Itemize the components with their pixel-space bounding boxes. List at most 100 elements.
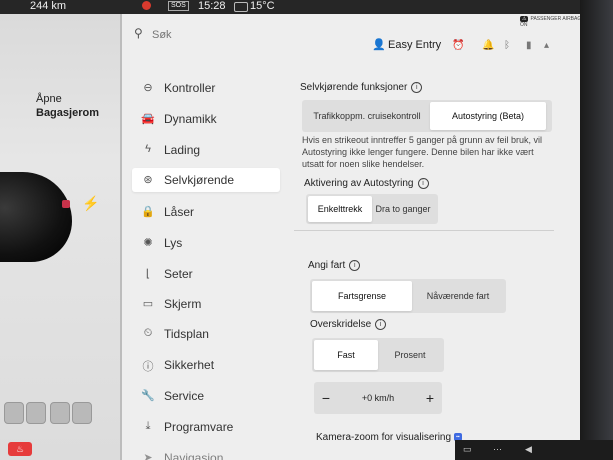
- seat-icon: [72, 402, 92, 424]
- range-readout: 244 km: [30, 0, 67, 12]
- sos-badge[interactable]: SOS: [168, 1, 189, 11]
- lte-icon: ▴: [544, 40, 550, 51]
- clock: 15:28: [198, 0, 226, 12]
- alarm-clock-icon[interactable]: ⏰: [452, 40, 464, 51]
- seat-heater-button[interactable]: ♨: [8, 442, 32, 456]
- search-input[interactable]: [150, 26, 274, 44]
- search-icon[interactable]: ⚲: [134, 26, 143, 40]
- sidebar-item-label: Sikkerhet: [164, 358, 215, 372]
- info-circle-icon: ⓘ: [142, 361, 154, 373]
- wrench-icon: 🔧: [141, 390, 155, 402]
- sidebar-item-tidsplan[interactable]: ⏲ Tidsplan: [132, 322, 280, 346]
- speed-title: Angi fart i: [308, 260, 361, 272]
- option-autosteer[interactable]: Autostyring (Beta): [430, 102, 546, 130]
- camera-zoom-title: Kamera-zoom for visualisering ▪▪: [316, 432, 462, 443]
- features-selector: Trafikkoppm. cruisekontroll Autostyring …: [302, 100, 552, 132]
- bluetooth-icon[interactable]: ᛒ: [504, 40, 510, 51]
- sidebar-item-label: Låser: [164, 205, 195, 219]
- camera-zoom-title-text: Kamera-zoom for visualisering: [316, 432, 452, 443]
- sidebar-item-service[interactable]: 🔧 Service: [132, 384, 280, 408]
- camera-icon[interactable]: [234, 2, 248, 12]
- activation-selector: Enkelttrekk Dra to ganger: [306, 194, 438, 224]
- navigation-icon: ➤: [143, 452, 153, 460]
- option-double-pull[interactable]: Dra to ganger: [372, 196, 434, 222]
- sidebar-item-kontroller[interactable]: ⊖ Kontroller: [132, 76, 280, 100]
- tail-light: [62, 200, 70, 208]
- top-bar: ⚲ 👤 Easy Entry ⏰ 🔔 ᛒ ▮ ▴ ⚠PASSENGER AIRB…: [122, 14, 582, 56]
- sidebar-item-programvare[interactable]: ⤓ Programvare: [132, 415, 280, 439]
- seat-icon: ⌊: [145, 268, 151, 280]
- alarm-icon: ⏲: [143, 327, 153, 339]
- activation-title-text: Aktivering av Autostyring: [304, 178, 414, 190]
- sidebar-item-lys[interactable]: ✺ Lys: [132, 231, 280, 255]
- info-icon[interactable]: i: [417, 178, 429, 189]
- option-current-speed[interactable]: Nåværende fart: [412, 281, 504, 311]
- increase-button[interactable]: +: [418, 390, 442, 406]
- info-icon[interactable]: i: [375, 319, 387, 330]
- speed-selector: Fartsgrense Nåværende fart: [310, 279, 506, 313]
- sidebar-item-skjerm[interactable]: ▭ Skjerm: [132, 292, 280, 316]
- sidebar-item-label: Kontroller: [164, 81, 216, 95]
- trunk-label: Åpne: [36, 93, 62, 105]
- sidebar-item-laser[interactable]: 🔒 Låser: [132, 200, 280, 224]
- status-bar: 244 km SOS 15:28 15°C: [0, 0, 613, 14]
- bolt-icon: ϟ: [145, 143, 151, 155]
- seat-map: [0, 398, 92, 444]
- trunk-button[interactable]: Åpne Bagasjerom: [36, 92, 99, 120]
- offset-stepper: − +0 km/h +: [314, 382, 442, 414]
- offset-value: +0 km/h: [361, 393, 395, 403]
- lock-icon: 🔒: [141, 206, 155, 218]
- airbag-text: PASSENGER AIRBAG ON: [520, 16, 582, 28]
- option-percent[interactable]: Prosent: [378, 340, 442, 370]
- sidebar-item-navigasjon[interactable]: ➤ Navigasjon: [132, 446, 280, 460]
- light-icon: ✺: [143, 237, 153, 249]
- offset-title: Overskridelse i: [310, 319, 387, 330]
- outside-temperature: 15°C: [250, 0, 275, 12]
- trunk-value: Bagasjerom: [36, 107, 99, 119]
- sidebar-item-label: Navigasjon: [164, 451, 224, 460]
- sidebar-item-label: Tidsplan: [164, 327, 209, 341]
- airbag-status: ⚠ PASSENGER AIRBAG ON: [520, 16, 582, 28]
- sidebar-item-lading[interactable]: ϟ Lading: [132, 138, 280, 162]
- seat-icon: [50, 402, 70, 424]
- video-icon[interactable]: ▭: [463, 444, 472, 455]
- bottom-dock: ▭ ⋯ ◀: [455, 440, 613, 460]
- option-fixed[interactable]: Fast: [314, 340, 378, 370]
- sidebar-item-label: Skjerm: [164, 297, 202, 311]
- sidebar-item-selvkjorende[interactable]: ⊛ Selvkjørende: [132, 168, 280, 192]
- display-icon: ▭: [142, 298, 154, 310]
- offset-selector: Fast Prosent: [312, 338, 444, 372]
- activation-title: Aktivering av Autostyring i: [304, 178, 429, 189]
- sidebar-item-label: Lading: [164, 143, 201, 157]
- volume-icon[interactable]: ◀: [525, 444, 532, 455]
- info-icon[interactable]: i: [349, 260, 361, 271]
- info-icon[interactable]: i: [411, 82, 423, 93]
- dots-icon[interactable]: ⋯: [493, 444, 502, 455]
- signal-icon: ▮: [526, 40, 532, 51]
- option-speed-limit[interactable]: Fartsgrense: [312, 281, 412, 311]
- toggle-icon: ⊖: [143, 82, 153, 94]
- profile-icon[interactable]: 👤: [372, 38, 386, 51]
- charge-bolt-icon[interactable]: ⚡: [82, 195, 99, 212]
- sidebar-item-label: Dynamikk: [164, 112, 217, 126]
- features-title-text: Selvkjørende funksjoner: [300, 82, 408, 94]
- decrease-button[interactable]: −: [314, 390, 338, 406]
- driver-profile-name[interactable]: Easy Entry: [388, 39, 441, 51]
- car-icon: 🚘: [141, 113, 155, 125]
- strikeout-warning: Hvis en strikeout inntreffer 5 ganger på…: [302, 135, 542, 169]
- screen-bezel: [580, 0, 613, 460]
- download-icon: ⤓: [145, 420, 151, 432]
- bell-icon[interactable]: 🔔: [482, 40, 494, 51]
- sidebar-item-seter[interactable]: ⌊ Seter: [132, 262, 280, 286]
- seat-icon: [4, 402, 24, 424]
- sidebar-item-label: Lys: [164, 236, 183, 250]
- sidebar-item-sikkerhet[interactable]: ⓘ Sikkerhet: [132, 353, 280, 377]
- divider: [294, 230, 554, 231]
- sidebar-item-label: Service: [164, 389, 205, 403]
- speed-title-text: Angi fart: [308, 260, 346, 272]
- seat-icon: [26, 402, 46, 424]
- sidebar-item-dynamikk[interactable]: 🚘 Dynamikk: [132, 107, 280, 131]
- record-icon[interactable]: [142, 1, 151, 10]
- option-tacc[interactable]: Trafikkoppm. cruisekontroll: [304, 102, 430, 130]
- option-single-pull[interactable]: Enkelttrekk: [308, 196, 372, 222]
